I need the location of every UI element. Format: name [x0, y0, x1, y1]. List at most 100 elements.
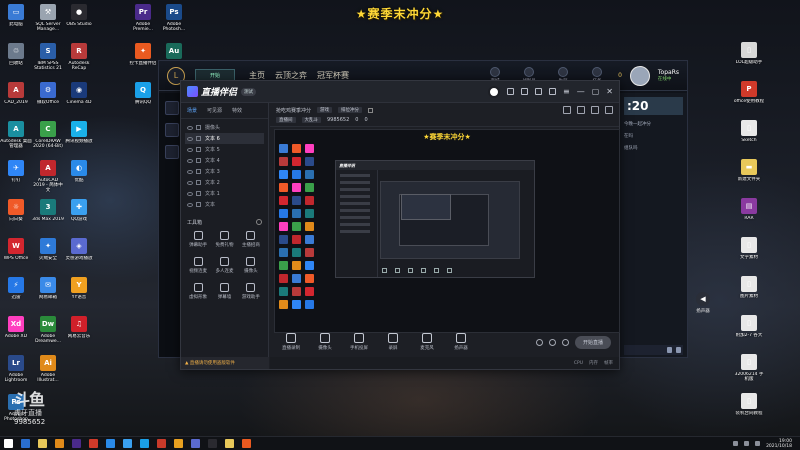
scene-item[interactable]: 文本 5 — [185, 144, 264, 155]
desktop-icon[interactable]: ✦ 火绒安全 — [32, 236, 64, 275]
maximize-button[interactable]: ▢ — [592, 87, 600, 96]
tool-button[interactable]: 主播招商 — [238, 231, 264, 253]
scene-item[interactable]: 摄像头 — [185, 122, 264, 133]
mic-icon[interactable] — [667, 347, 672, 353]
app-version-badge[interactable]: 测试 — [241, 87, 257, 96]
eye-icon[interactable] — [591, 106, 599, 114]
pk-icon[interactable] — [535, 338, 543, 346]
clock[interactable]: 19:00 2021/10/18 — [766, 439, 792, 449]
desktop-icon[interactable]: 3 3ds Max 2019 — [32, 197, 64, 236]
tool-button[interactable]: 虚拟形象 — [185, 283, 211, 305]
lock-icon[interactable] — [196, 136, 201, 141]
desktop-icon[interactable]: ✉ 网易邮箱 — [32, 275, 64, 314]
desktop-icon[interactable]: ✈ 钉钉 — [0, 158, 32, 197]
desktop-icon[interactable]: ▯ 32006214 手机版 — [733, 352, 765, 391]
desktop-icon[interactable]: ▯ 图片素材 — [733, 274, 765, 313]
tab-effects[interactable]: 特效 — [232, 107, 242, 114]
eye-icon[interactable] — [187, 180, 193, 185]
lock-icon[interactable] — [196, 158, 201, 163]
close-button[interactable]: ✕ — [606, 87, 613, 96]
desktop-icon[interactable]: ▯ 附加2-7 各大 — [733, 313, 765, 352]
desktop-icon[interactable]: R Autodesk ReCap — [63, 41, 95, 80]
desktop-icon[interactable]: ▯ LOL超级助手 — [733, 40, 765, 79]
tool-button[interactable]: 游戏助手 — [238, 283, 264, 305]
skin-icon[interactable] — [549, 88, 557, 95]
minimize-button[interactable]: — — [577, 87, 585, 96]
desktop-icon[interactable]: ▯ 装机合同教程 — [733, 391, 765, 430]
topic-tag[interactable]: 排位冲分 — [338, 107, 363, 113]
live-title[interactable]: 抢吃鸡赛季冲分 — [276, 107, 311, 114]
desktop-icon[interactable]: ● OBS Studio — [63, 2, 95, 41]
desktop-icon[interactable]: S IBM SPSS Statistics 21 — [32, 41, 64, 80]
taskbar-app-icon[interactable] — [208, 439, 217, 448]
taskbar-app-icon[interactable] — [123, 439, 132, 448]
desktop-icon[interactable]: Dw Adobe Dreamwe... — [32, 314, 64, 353]
taskbar-app-icon[interactable] — [38, 439, 47, 448]
taskbar-app-icon[interactable] — [72, 439, 81, 448]
desktop-icon[interactable]: Poffice使用教程 — [733, 79, 765, 118]
share-icon[interactable] — [563, 106, 571, 114]
desktop-icon[interactable]: ▯ Sketch — [733, 118, 765, 157]
scan-icon[interactable] — [577, 106, 585, 114]
phone-cast-button[interactable]: 手机投屏 — [348, 333, 370, 351]
taskbar-app-icon[interactable] — [21, 439, 30, 448]
tool-button[interactable]: 弹幕墙 — [211, 283, 237, 305]
lock-icon[interactable] — [196, 191, 201, 196]
desktop-icon[interactable]: Ps Adobe Photosh... — [158, 2, 190, 41]
avatar[interactable] — [488, 85, 501, 98]
desktop-icon[interactable]: Xd Adobe XD — [0, 314, 32, 353]
tool-button[interactable]: 免费礼物 — [211, 231, 237, 253]
scene-item[interactable]: 文本 3 — [185, 166, 264, 177]
desktop-icon[interactable]: ✦ 控卡直播伴侣 — [127, 41, 159, 80]
tab-scene[interactable]: 场景 — [187, 107, 197, 114]
desktop-icon[interactable]: ▶ 腾讯视频播放 — [63, 119, 95, 158]
scene-item[interactable]: 文本 — [185, 199, 264, 210]
tab-sources[interactable]: 可见源 — [207, 107, 222, 114]
desktop-icon[interactable]: ▯ 文字素材 — [733, 235, 765, 274]
desktop-icon[interactable]: C CorelDRAW 2020 (64-Bit) — [32, 119, 64, 158]
more-icon[interactable] — [605, 106, 613, 114]
desktop-icon[interactable]: A AutoCAD 2019 - 简体中文 — [32, 158, 64, 197]
settings-icon[interactable] — [676, 347, 681, 353]
start-live-button[interactable]: 开始直播 — [574, 335, 611, 349]
taskbar-app-icon[interactable] — [174, 439, 183, 448]
taskbar-app-icon[interactable] — [191, 439, 200, 448]
desktop-icon[interactable]: ◈ 灵感游戏播放 — [63, 236, 95, 275]
settings-icon[interactable] — [561, 338, 569, 346]
taskbar-app-icon[interactable] — [140, 439, 149, 448]
lock-icon[interactable] — [196, 125, 201, 130]
message-icon[interactable] — [507, 88, 515, 95]
category-tag[interactable]: 游戏 — [317, 107, 333, 113]
desktop-icon[interactable]: ♫ 网易云音乐 — [63, 314, 95, 353]
scene-item[interactable]: 文本 1 — [185, 188, 264, 199]
scene-item[interactable]: 文本 6 — [185, 133, 264, 144]
scene-item[interactable]: 文本 2 — [185, 177, 264, 188]
taskbar-app-icon[interactable] — [225, 439, 234, 448]
volume-icon[interactable] — [744, 441, 750, 446]
volume-widget[interactable]: ◀ 扬声器 — [692, 292, 714, 322]
settings-icon[interactable] — [535, 88, 543, 95]
desktop-icon[interactable]: ▭ 此电脑 — [0, 2, 32, 41]
taskbar-app-icon[interactable] — [242, 439, 251, 448]
taskbar-app-icon[interactable] — [89, 439, 98, 448]
desktop-icon[interactable]: A Autodesk 桌面管理器 — [0, 119, 32, 158]
desktop-icon[interactable]: ⚙ 微软Office — [32, 80, 64, 119]
tool-button[interactable]: 摄像头 — [238, 257, 264, 279]
notice-bar[interactable]: ▲ 直播请勿使用盗版软件 — [181, 357, 269, 369]
gift-icon[interactable] — [521, 88, 529, 95]
avatar[interactable] — [629, 65, 650, 86]
speaker-button[interactable]: 扬声器 — [450, 333, 472, 351]
microphone-button[interactable]: 麦克风 — [416, 333, 438, 351]
desktop-icon[interactable]: A CAD_2019 — [0, 80, 32, 119]
toolbox-settings-icon[interactable] — [256, 219, 262, 225]
desktop-icon[interactable]: Pr Adobe Premie... — [127, 2, 159, 41]
tool-button[interactable]: 多人连麦 — [211, 257, 237, 279]
eye-icon[interactable] — [187, 136, 193, 141]
desktop-icon[interactable]: ✚ QQ游戏 — [63, 197, 95, 236]
eye-icon[interactable] — [187, 169, 193, 174]
scene-item[interactable]: 文本 4 — [185, 155, 264, 166]
eye-icon[interactable] — [187, 125, 193, 130]
menu-icon[interactable]: ≡ — [563, 87, 570, 96]
tool-button[interactable]: 视频连麦 — [185, 257, 211, 279]
lock-icon[interactable] — [196, 169, 201, 174]
